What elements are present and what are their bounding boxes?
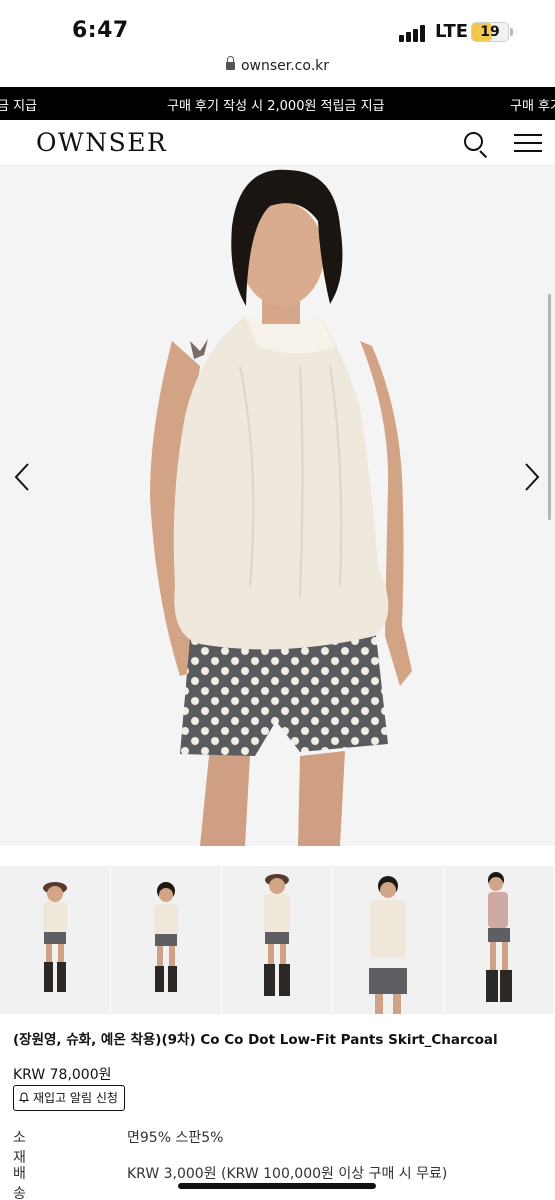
site-header: OWNSER bbox=[0, 120, 555, 166]
logo[interactable]: OWNSER bbox=[36, 128, 167, 157]
product-main-image[interactable] bbox=[0, 166, 555, 846]
page-scrollbar[interactable] bbox=[548, 294, 551, 520]
thumbnail-strip bbox=[0, 866, 555, 1014]
detail-value: 면95% 스판5% bbox=[127, 1130, 224, 1146]
chevron-left-icon[interactable] bbox=[8, 462, 38, 492]
thumbnail-5[interactable] bbox=[444, 866, 554, 1014]
product-title: (장원영, 슈화, 예온 착용)(9차) Co Co Dot Low-Fit P… bbox=[13, 1032, 498, 1048]
restock-notify-button[interactable]: 재입고 알림 신청 bbox=[13, 1085, 125, 1111]
battery-nub bbox=[510, 28, 513, 36]
thumbnail-4[interactable] bbox=[333, 866, 443, 1014]
url-bar[interactable]: ownser.co.kr bbox=[0, 56, 555, 86]
thumbnail-2[interactable] bbox=[111, 866, 221, 1014]
signal-strength-icon bbox=[399, 24, 429, 42]
product-price: KRW 78,000원 bbox=[13, 1067, 112, 1083]
status-time: 6:47 bbox=[72, 18, 129, 43]
battery-icon: 19 bbox=[471, 22, 509, 42]
detail-label: 소재 bbox=[13, 1130, 26, 1166]
chevron-right-icon[interactable] bbox=[516, 462, 546, 492]
detail-label: 배송비 bbox=[13, 1166, 26, 1200]
promo-banner[interactable]: 금 지급 구매 후기 작성 시 2,000원 적립금 지급 구매 후기 bbox=[0, 87, 555, 120]
promo-text-right: 구매 후기 bbox=[510, 99, 555, 114]
lock-icon bbox=[225, 56, 235, 70]
status-bar: 6:47 LTE 19 bbox=[0, 0, 555, 58]
model-photo bbox=[0, 166, 555, 846]
promo-text-left: 금 지급 bbox=[0, 99, 38, 114]
battery-level: 19 bbox=[480, 24, 500, 40]
hamburger-menu-icon[interactable] bbox=[514, 134, 542, 154]
bell-icon bbox=[19, 1092, 29, 1103]
network-type: LTE bbox=[435, 21, 469, 42]
home-indicator[interactable] bbox=[178, 1183, 376, 1189]
restock-button-label: 재입고 알림 신청 bbox=[33, 1091, 118, 1105]
thumbnail-1[interactable] bbox=[0, 866, 110, 1014]
promo-text: 구매 후기 작성 시 2,000원 적립금 지급 bbox=[167, 99, 385, 114]
thumbnail-3[interactable] bbox=[222, 866, 332, 1014]
search-icon[interactable] bbox=[462, 130, 490, 159]
url-text: ownser.co.kr bbox=[240, 58, 330, 74]
detail-value: KRW 3,000원 (KRW 100,000원 이상 구매 시 무료) bbox=[127, 1166, 448, 1182]
